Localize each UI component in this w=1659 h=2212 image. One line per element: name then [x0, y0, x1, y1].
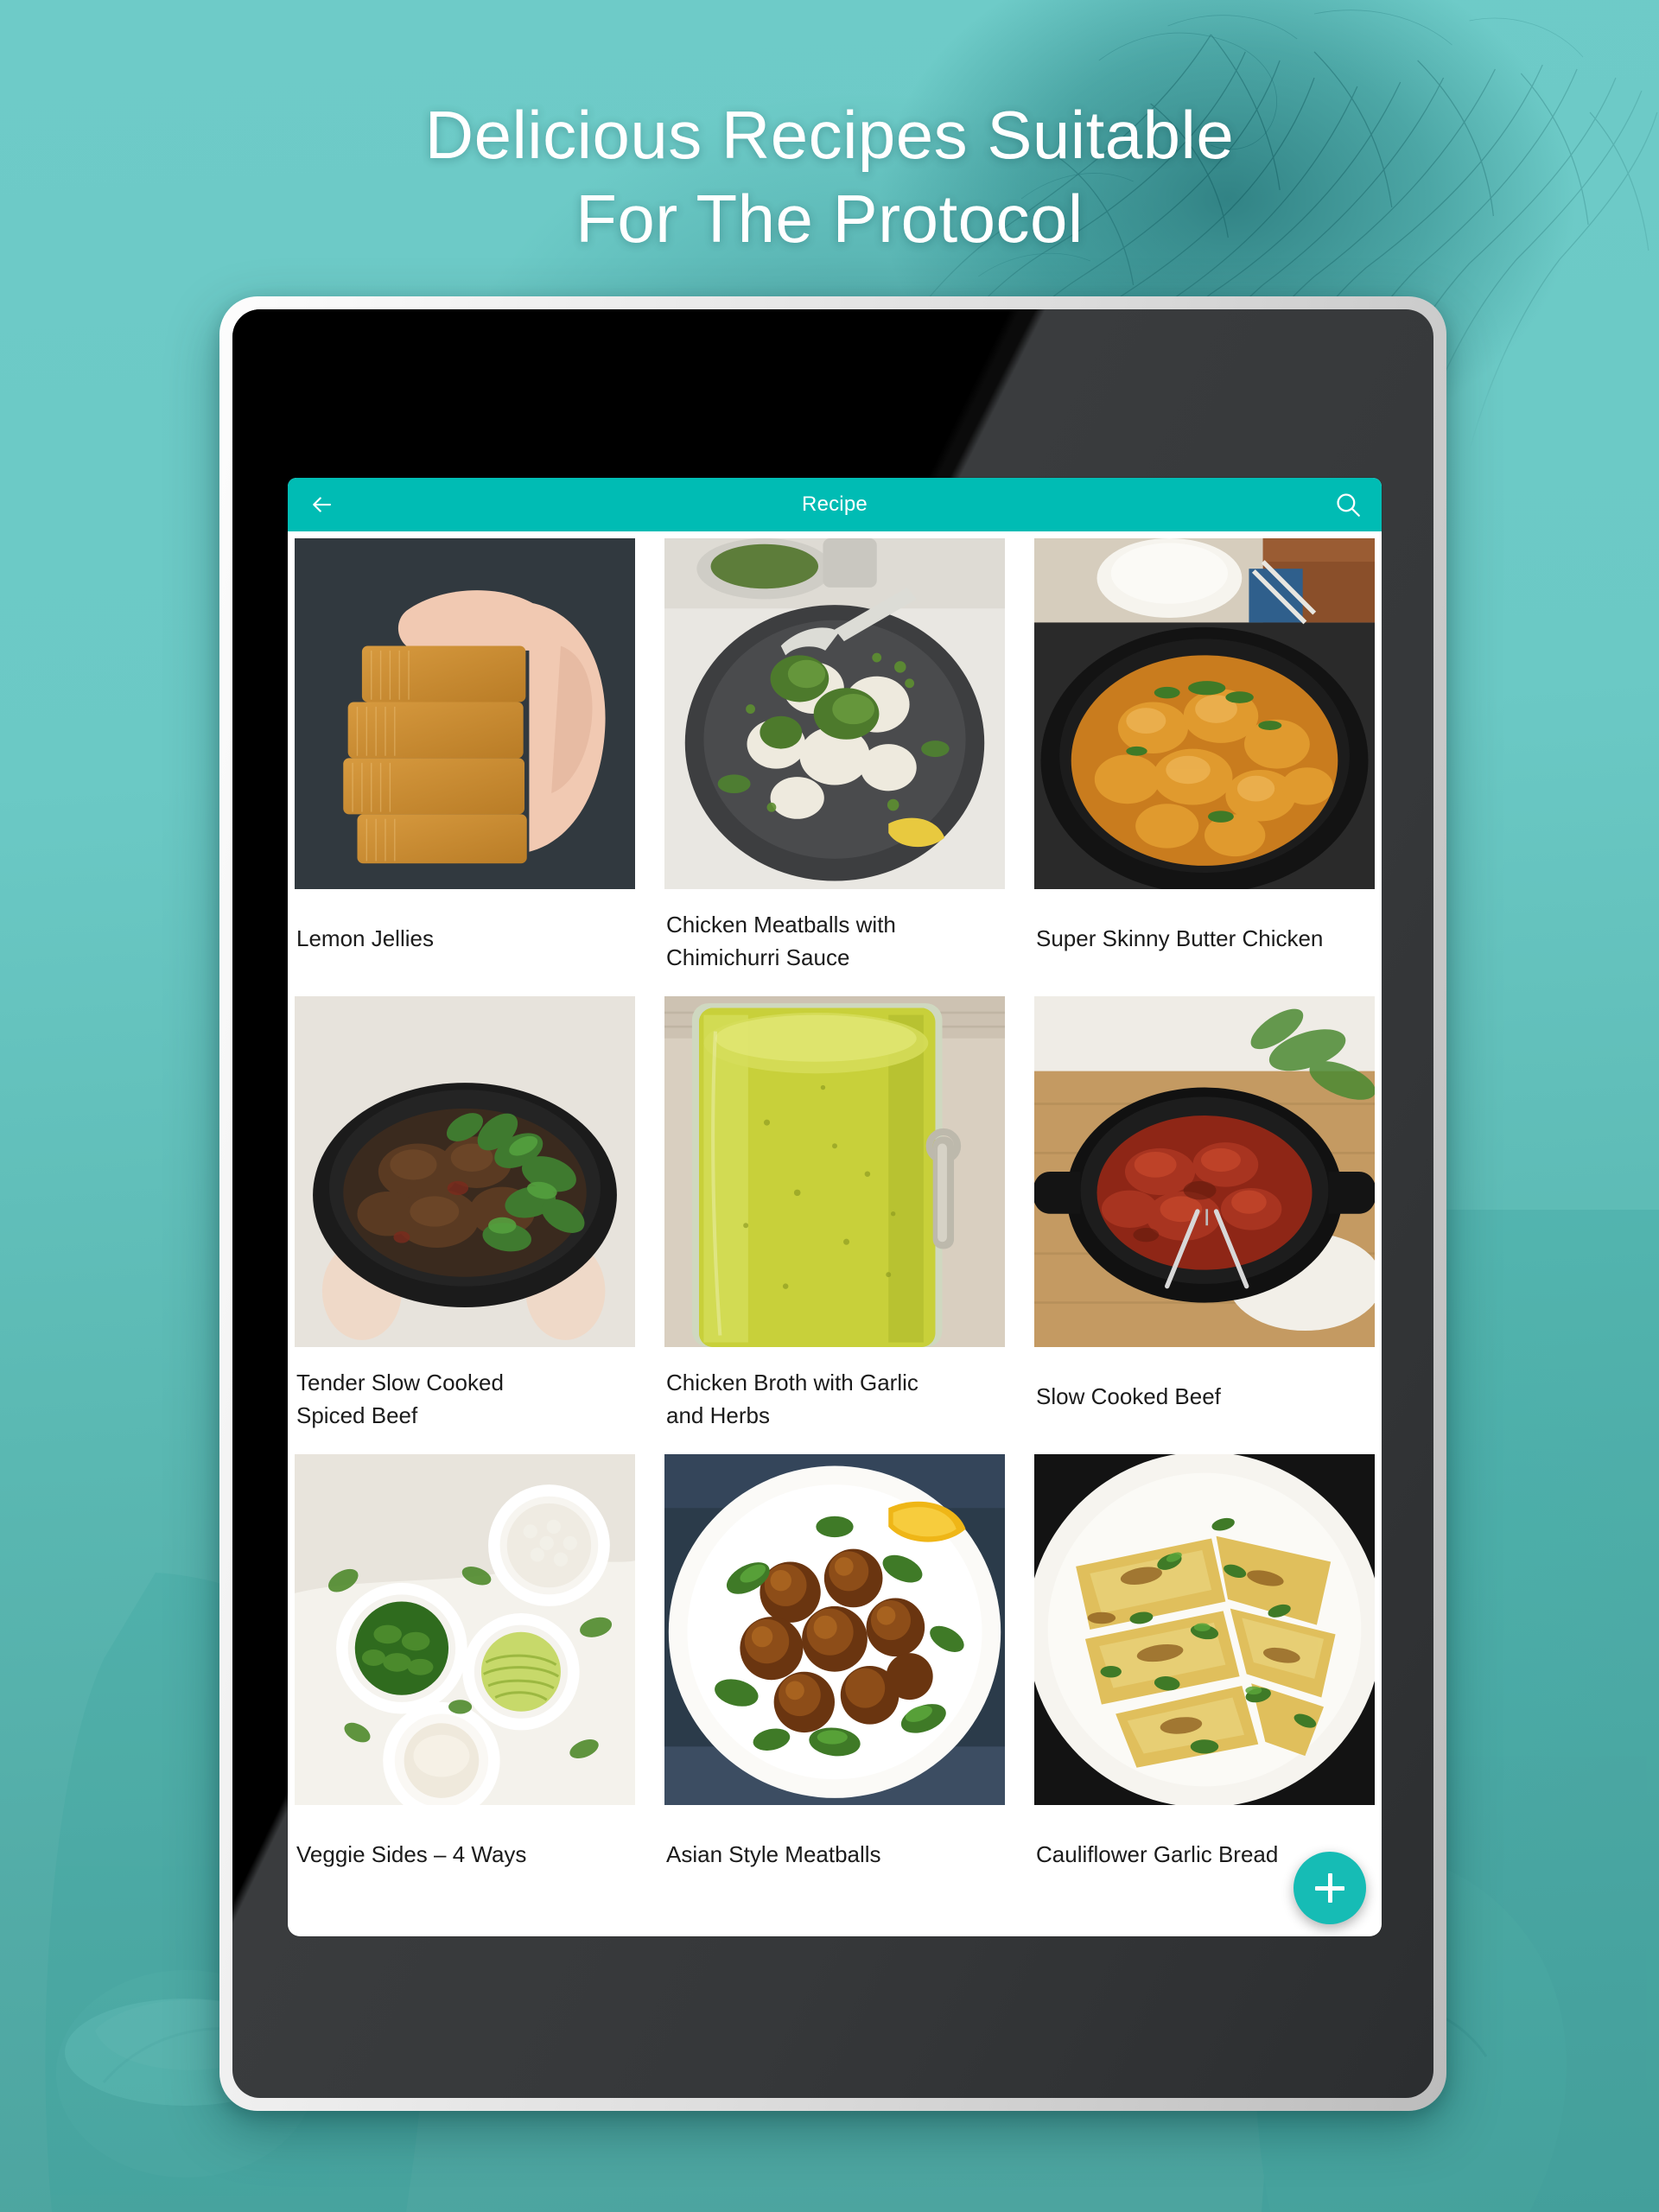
add-recipe-fab[interactable]	[1294, 1852, 1366, 1924]
arrow-left-icon	[313, 497, 332, 512]
recipe-card[interactable]: Veggie Sides – 4 Ways	[295, 1454, 635, 1907]
app-window: Recipe Lemon Jellies Chicken Meatballs w…	[288, 478, 1382, 1936]
recipe-card[interactable]: Slow Cooked Beef	[1034, 996, 1375, 1454]
slow-cooked-beef-photo	[1034, 996, 1375, 1347]
recipe-title: Tender Slow Cooked Spiced Beef	[296, 1370, 504, 1428]
chicken-broth-garlic-herbs-photo	[664, 996, 1005, 1347]
recipe-title: Chicken Broth with Garlic and Herbs	[666, 1370, 918, 1428]
recipe-card[interactable]: Super Skinny Butter Chicken	[1034, 538, 1375, 996]
recipe-title: Chicken Meatballs with Chimichurri Sauce	[666, 912, 896, 970]
recipe-title: Lemon Jellies	[296, 925, 434, 951]
back-button[interactable]	[302, 485, 341, 524]
recipe-title: Asian Style Meatballs	[666, 1841, 881, 1867]
asian-style-meatballs-photo	[664, 1454, 1005, 1805]
recipe-card[interactable]: Chicken Meatballs with Chimichurri Sauce	[664, 538, 1005, 996]
cauliflower-garlic-bread-photo	[1034, 1454, 1375, 1805]
plus-icon-vertical	[1327, 1873, 1332, 1903]
recipe-card[interactable]: Chicken Broth with Garlic and Herbs	[664, 996, 1005, 1454]
recipe-title: Veggie Sides – 4 Ways	[296, 1841, 527, 1867]
app-bar: Recipe	[288, 478, 1382, 531]
app-bar-title: Recipe	[802, 493, 868, 516]
chicken-meatballs-chimichurri-photo	[664, 538, 1005, 889]
veggie-sides-photo	[295, 1454, 635, 1805]
recipe-card[interactable]: Cauliflower Garlic Bread	[1034, 1454, 1375, 1907]
promo-title-line-1: Delicious Recipes Suitable	[424, 97, 1235, 173]
recipe-grid: Lemon Jellies Chicken Meatballs with Chi…	[288, 531, 1382, 1907]
recipe-card[interactable]: Tender Slow Cooked Spiced Beef	[295, 996, 635, 1454]
tender-slow-cooked-spiced-beef-photo	[295, 996, 635, 1347]
butter-chicken-photo	[1034, 538, 1375, 889]
recipe-card[interactable]: Asian Style Meatballs	[664, 1454, 1005, 1907]
search-icon	[1337, 493, 1360, 517]
recipe-title: Slow Cooked Beef	[1036, 1383, 1221, 1409]
recipe-card[interactable]: Lemon Jellies	[295, 538, 635, 996]
lemon-jellies-photo	[295, 538, 635, 889]
promo-title-line-2: For The Protocol	[575, 181, 1084, 257]
recipe-title: Super Skinny Butter Chicken	[1036, 925, 1324, 951]
page-title: Delicious Recipes Suitable For The Proto…	[0, 93, 1659, 261]
search-button[interactable]	[1328, 485, 1368, 524]
